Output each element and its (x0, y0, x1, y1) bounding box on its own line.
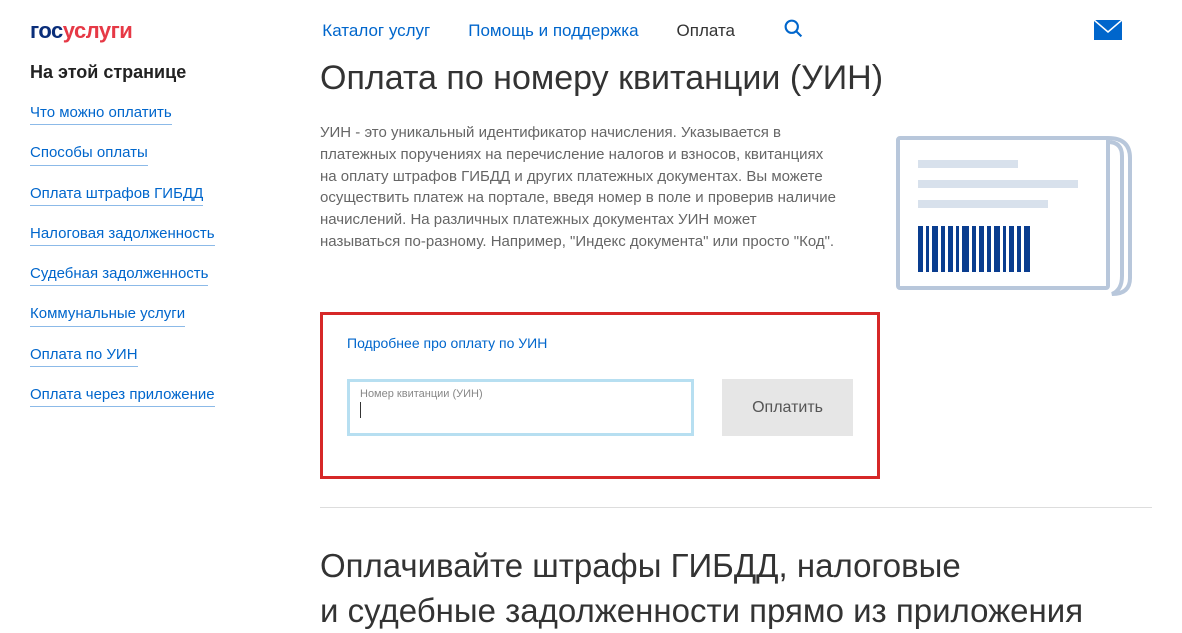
header: госуслуги Каталог услуг Помощь и поддерж… (0, 0, 1182, 54)
search-icon[interactable] (783, 18, 804, 44)
sidebar-item-judicial-debt[interactable]: Судебная задолженность (30, 264, 208, 286)
uin-input-label: Номер квитанции (УИН) (360, 388, 681, 400)
promo-heading: Оплачивайте штрафы ГИБДД, налоговые и су… (320, 544, 1152, 633)
promo-heading-line1: Оплачивайте штрафы ГИБДД, налоговые (320, 547, 961, 584)
logo-part-2: услуги (63, 18, 133, 43)
nav-link-payment[interactable]: Оплата (677, 21, 735, 41)
sidebar-title: На этой странице (30, 62, 270, 83)
top-nav: Каталог услуг Помощь и поддержка Оплата (322, 18, 804, 44)
logo[interactable]: госуслуги (30, 18, 132, 44)
mail-icon[interactable] (1094, 20, 1122, 45)
sidebar: На этой странице Что можно оплатить Спос… (30, 54, 270, 633)
promo-heading-line2: и судебные задолженности прямо из прилож… (320, 592, 1083, 629)
sidebar-item-gibdd-fines[interactable]: Оплата штрафов ГИБДД (30, 184, 203, 206)
main-content: Оплата по номеру квитанции (УИН) УИН - э… (320, 54, 1152, 633)
receipt-illustration (890, 118, 1140, 298)
uin-input[interactable]: Номер квитанции (УИН) (347, 379, 694, 436)
sidebar-item-uin-payment[interactable]: Оплата по УИН (30, 345, 138, 367)
nav-link-help[interactable]: Помощь и поддержка (468, 21, 638, 41)
payment-form-highlight: Подробнее про оплату по УИН Номер квитан… (320, 312, 880, 479)
sidebar-item-payment-methods[interactable]: Способы оплаты (30, 143, 148, 165)
sidebar-item-app-payment[interactable]: Оплата через приложение (30, 385, 215, 407)
pay-button[interactable]: Оплатить (722, 379, 853, 436)
nav-link-catalog[interactable]: Каталог услуг (322, 21, 430, 41)
sidebar-item-what-to-pay[interactable]: Что можно оплатить (30, 103, 172, 125)
text-cursor-icon (360, 402, 361, 418)
learn-more-link[interactable]: Подробнее про оплату по УИН (347, 335, 547, 351)
divider (320, 507, 1152, 508)
sidebar-item-tax-debt[interactable]: Налоговая задолженность (30, 224, 215, 246)
description-text: УИН - это уникальный идентификатор начис… (320, 122, 840, 298)
logo-part-1: гос (30, 18, 63, 43)
page-title: Оплата по номеру квитанции (УИН) (320, 59, 1152, 98)
sidebar-item-utilities[interactable]: Коммунальные услуги (30, 304, 185, 326)
